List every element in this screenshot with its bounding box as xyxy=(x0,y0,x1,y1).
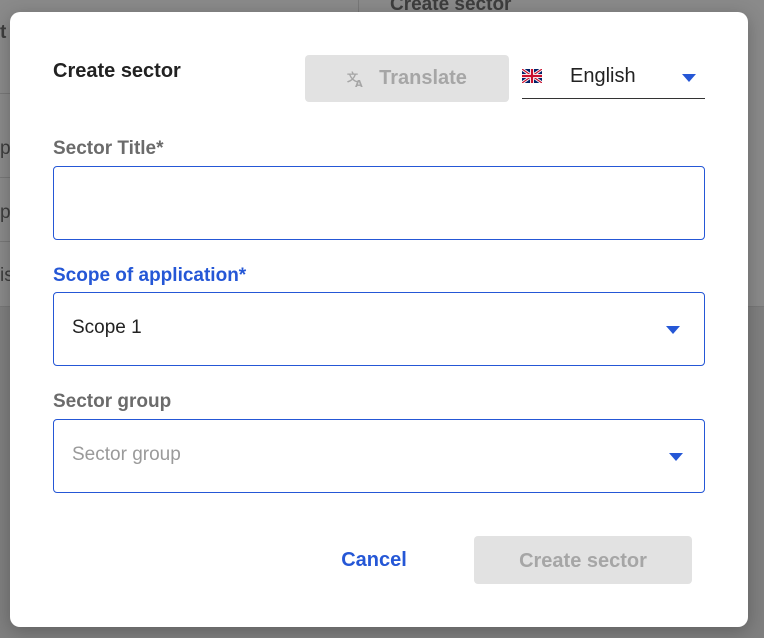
background-side-text: p xyxy=(0,138,11,159)
create-sector-button[interactable]: Create sector xyxy=(474,536,692,584)
sector-group-label: Sector group xyxy=(53,391,172,412)
chevron-down-icon xyxy=(682,74,696,82)
chevron-down-icon xyxy=(666,326,680,334)
language-selected-value: English xyxy=(570,65,636,87)
scope-of-application-select[interactable]: Scope 1 xyxy=(53,292,705,366)
background-side-text: t xyxy=(0,22,7,43)
translate-label: Translate xyxy=(379,67,467,89)
dialog-title: Create sector xyxy=(53,60,181,82)
chevron-down-icon xyxy=(669,453,683,461)
background-side-text: p xyxy=(0,202,11,223)
sector-title-input[interactable] xyxy=(53,166,705,240)
translate-icon: 文 A xyxy=(347,70,365,90)
language-select[interactable]: English xyxy=(521,59,705,99)
sector-title-label: Sector Title* xyxy=(53,138,164,159)
svg-text:A: A xyxy=(355,79,363,88)
modal-backdrop[interactable]: Create sector t p p is Create sector 文 A… xyxy=(0,0,764,638)
cancel-button[interactable]: Cancel xyxy=(328,536,420,583)
create-sector-dialog: Create sector 文 A Translate English Sect… xyxy=(10,12,748,627)
scope-of-application-label: Scope of application* xyxy=(53,265,247,286)
scope-selected-value: Scope 1 xyxy=(72,317,142,338)
translate-button[interactable]: 文 A Translate xyxy=(305,55,509,102)
uk-flag-icon xyxy=(521,67,543,85)
sector-group-select[interactable]: Sector group xyxy=(53,419,705,493)
sector-group-placeholder: Sector group xyxy=(72,444,181,465)
